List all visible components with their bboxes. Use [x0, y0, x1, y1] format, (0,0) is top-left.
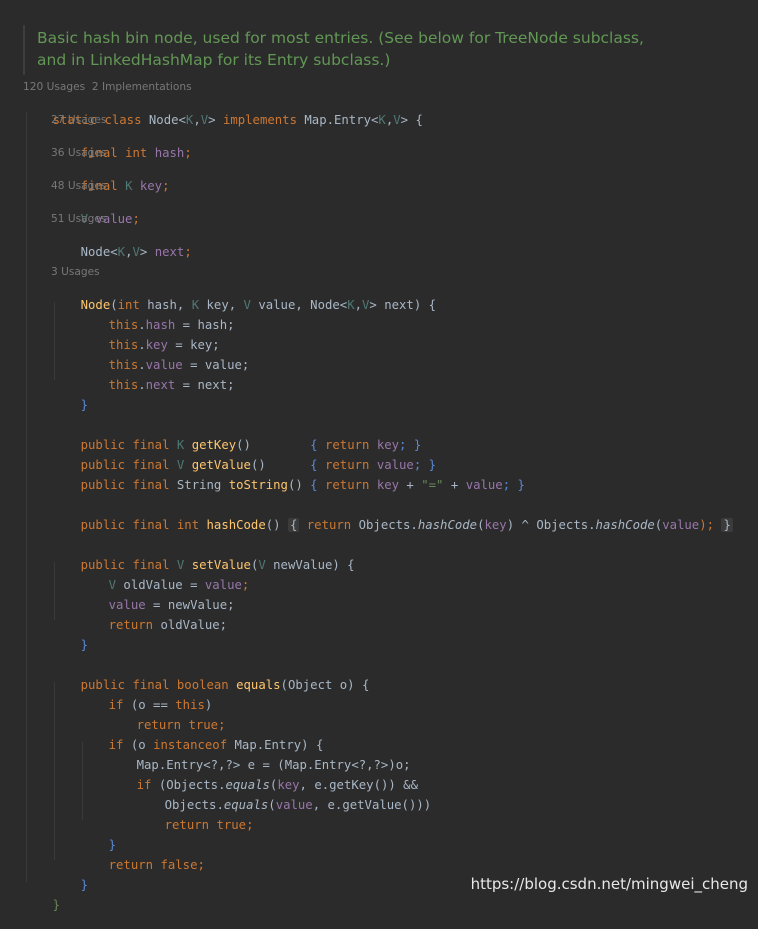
code-editor[interactable]: Basic hash bin node, used for most entri…	[0, 0, 758, 912]
code-line: return oldValue;	[108, 618, 228, 632]
code-line: return false;	[108, 858, 205, 872]
indent-guide	[26, 112, 27, 882]
field-usages-hint[interactable]: 27 Usages	[51, 113, 106, 127]
code-line-assign-next: this.next = next;	[108, 378, 235, 392]
javadoc-line: and in LinkedHashMap for its Entry subcl…	[37, 51, 391, 69]
class-usages-hint[interactable]: 120 Usages 2 Implementations	[23, 80, 192, 94]
javadoc-comment: Basic hash bin node, used for most entri…	[23, 25, 665, 75]
javadoc-line: Basic hash bin node, used for most entri…	[37, 29, 644, 47]
constructor-usages-hint[interactable]: 3 Usages	[51, 265, 100, 279]
watermark: https://blog.csdn.net/mingwei_cheng	[470, 875, 748, 893]
code-line-close-brace: }	[52, 898, 61, 912]
field-usages-hint[interactable]: 51 Usages	[51, 212, 106, 226]
field-usages-hint[interactable]: 48 Usages	[51, 179, 106, 193]
field-usages-hint[interactable]: 36 Usages	[51, 146, 106, 160]
